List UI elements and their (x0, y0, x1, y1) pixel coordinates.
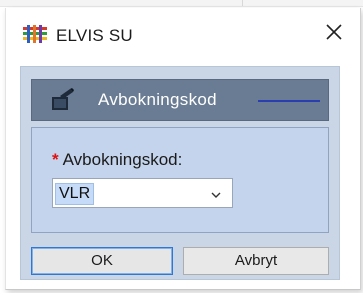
required-marker: * (52, 150, 59, 169)
avbokningskod-select[interactable]: VLR (52, 178, 233, 208)
avbokningskod-label: * Avbokningskod: (52, 150, 182, 170)
background-window-edge (0, 0, 363, 7)
select-value: VLR (55, 183, 95, 205)
close-icon (325, 23, 343, 46)
section-title: Avbokningskod (98, 90, 217, 109)
field-label-text: Avbokningskod: (62, 150, 183, 169)
cancel-button[interactable]: Avbryt (183, 247, 329, 275)
form-panel: * Avbokningskod: VLR (31, 127, 329, 233)
ok-button[interactable]: OK (31, 247, 173, 275)
elvis-app-icon (22, 24, 48, 44)
dialog-content: Avbokningskod * Avbokningskod: VLR OK Avb… (20, 66, 340, 280)
window-title: ELVIS SU (56, 26, 133, 45)
background-divider (242, 0, 243, 6)
document-edit-icon (50, 88, 76, 112)
close-button[interactable] (320, 20, 348, 48)
dialog-window: ELVIS SU Avbokningskod * Avbokningskod: … (5, 8, 361, 290)
section-accent-line (258, 100, 320, 102)
chevron-down-icon[interactable] (210, 188, 222, 200)
title-bar[interactable]: ELVIS SU (6, 8, 360, 64)
section-header: Avbokningskod (31, 79, 329, 121)
